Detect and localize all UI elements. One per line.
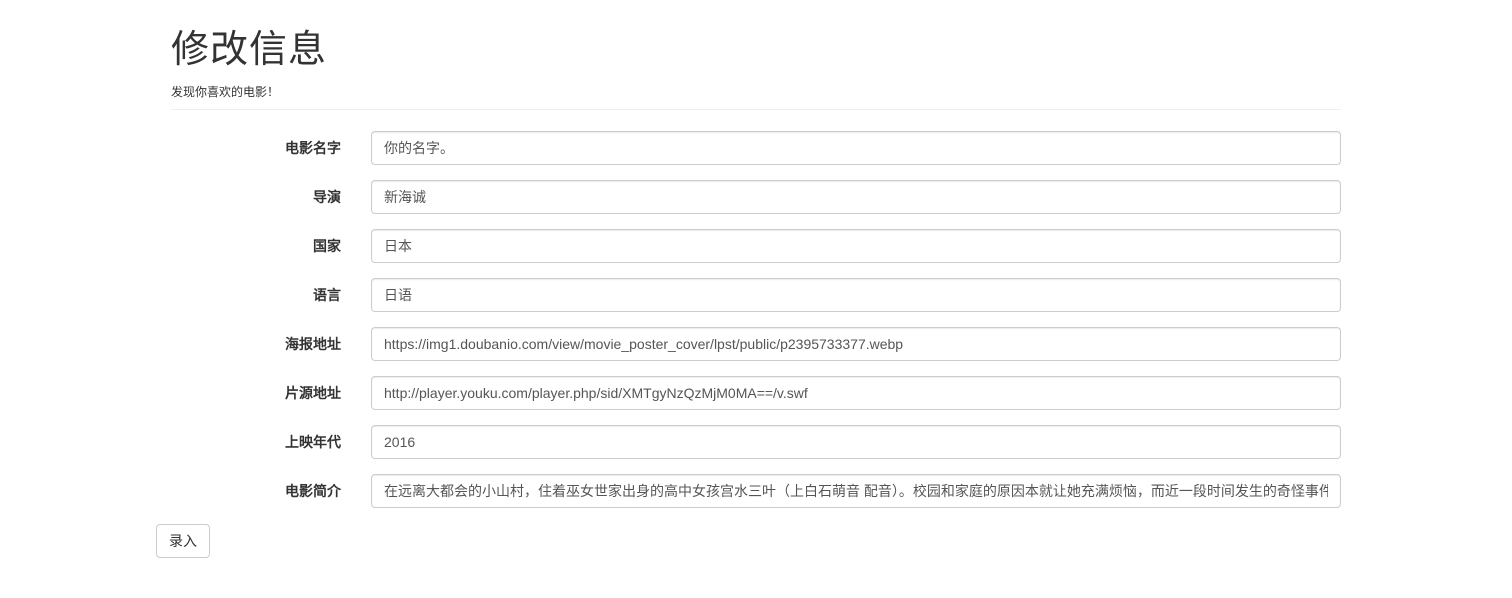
country-input[interactable] [371,229,1341,263]
page-title: 修改信息 [171,29,328,71]
source-url-input[interactable] [371,376,1341,410]
form-row-director: 导演 [171,180,1341,214]
form-row-summary: 电影简介 [171,474,1341,508]
movie-name-label: 电影名字 [285,140,341,156]
movie-edit-form: 电影名字 导演 国家 语言 海报地址 片源地址 上映年代 电影简介 [171,131,1341,523]
page-header: 修改信息 发现你喜欢的电影！ [171,0,1341,110]
language-input[interactable] [371,278,1341,312]
summary-label: 电影简介 [285,483,341,499]
form-row-release-year: 上映年代 [171,425,1341,459]
poster-url-label: 海报地址 [285,336,341,352]
form-row-source-url: 片源地址 [171,376,1341,410]
language-label: 语言 [313,287,341,303]
form-row-movie-name: 电影名字 [171,131,1341,165]
summary-input[interactable] [371,474,1341,508]
source-url-label: 片源地址 [285,385,341,401]
form-row-poster-url: 海报地址 [171,327,1341,361]
page-subtitle: 发现你喜欢的电影！ [171,85,280,99]
movie-name-input[interactable] [371,131,1341,165]
poster-url-input[interactable] [371,327,1341,361]
director-label: 导演 [313,189,341,205]
director-input[interactable] [371,180,1341,214]
form-row-language: 语言 [171,278,1341,312]
release-year-input[interactable] [371,425,1341,459]
release-year-label: 上映年代 [285,434,341,450]
country-label: 国家 [313,238,341,254]
form-row-country: 国家 [171,229,1341,263]
submit-button[interactable]: 录入 [156,524,210,558]
main-container: 修改信息 发现你喜欢的电影！ 电影名字 导演 国家 语言 海报地址 片源地址 上 [171,0,1341,508]
